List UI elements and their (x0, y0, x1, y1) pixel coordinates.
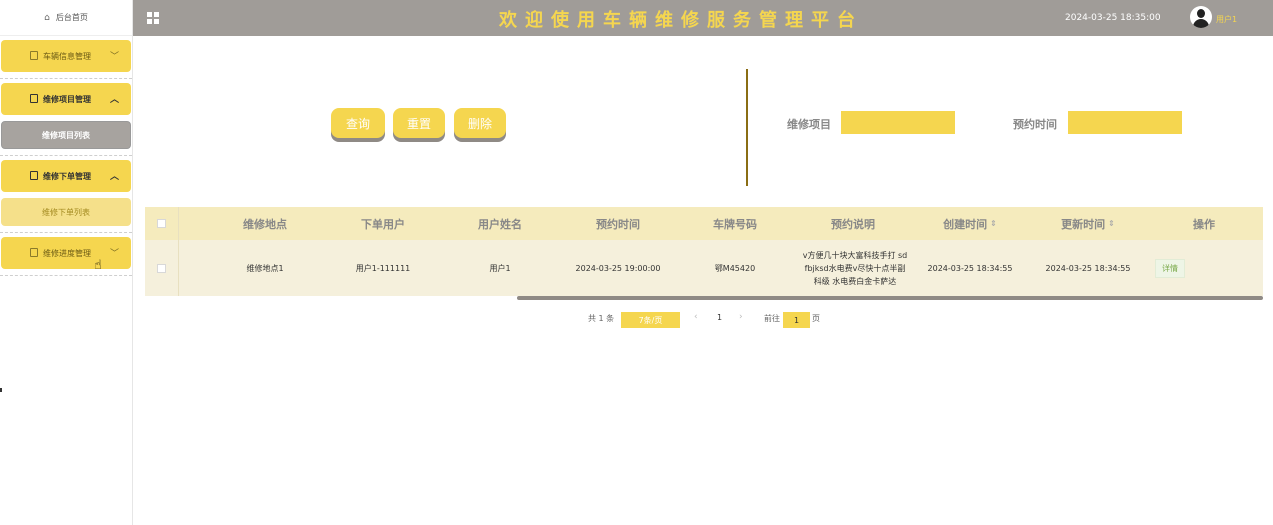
filter-time-label: 预约时间 (1013, 118, 1057, 131)
chevron-down-icon: ﹀ (109, 52, 119, 62)
menu-group-vehicle: 车辆信息管理 ﹀ (0, 40, 132, 72)
cell-plate: 鄂M45420 (714, 263, 756, 273)
page-number[interactable]: 1 (717, 313, 722, 322)
divider (0, 78, 132, 79)
reset-button[interactable]: 重置 (393, 108, 445, 138)
appointment-time-input[interactable] (1068, 111, 1182, 134)
sidebar-home[interactable]: ⌂ 后台首页 (0, 0, 132, 36)
document-icon (30, 171, 38, 180)
repair-item-input[interactable] (841, 111, 955, 134)
table-row: 维修地点1 用户1-111111 用户1 2024-03-25 19:00:00… (145, 240, 1263, 296)
col-created[interactable]: 创建时间 ⇕ (910, 216, 1030, 232)
col-appt-time: 预约时间 (596, 217, 640, 231)
cell-updated: 2024-03-25 18:34:55 (1045, 263, 1131, 273)
cell-user-name: 用户1 (489, 263, 511, 273)
sort-icon[interactable]: ⇕ (1108, 219, 1115, 228)
cell-description-line: v方便几十块大富科技手打 sd (802, 250, 908, 260)
row-checkbox[interactable] (155, 263, 167, 273)
chevron-down-icon: ﹀ (109, 249, 119, 259)
divider-vertical (746, 69, 748, 186)
hand-cursor-icon: ☝ (94, 258, 102, 273)
home-icon: ⌂ (44, 12, 50, 23)
menu-repair-item[interactable]: 维修项目管理 ︿ (1, 83, 131, 115)
col-description: 预约说明 (831, 217, 875, 231)
horizontal-scrollbar[interactable] (517, 296, 1263, 300)
document-icon (30, 248, 38, 257)
query-button[interactable]: 查询 (331, 108, 385, 138)
avatar[interactable] (1190, 6, 1212, 28)
goto-suffix: 页 (812, 314, 820, 323)
app-root: ⌂ 后台首页 车辆信息管理 ﹀ 维修项目管理 ︿ 维修项目列表 维修下单管理 ︿… (0, 0, 1273, 525)
menu-repair-progress-label: 维修进度管理 (43, 248, 91, 258)
detail-button[interactable]: 详情 (1155, 258, 1185, 278)
cell-appt-time: 2024-03-25 19:00:00 (575, 263, 661, 273)
col-actions: 操作 (1193, 217, 1215, 231)
col-plate: 车牌号码 (713, 217, 757, 231)
submenu-repair-order-list[interactable]: 维修下单列表 (1, 198, 131, 226)
menu-repair-order[interactable]: 维修下单管理 ︿ (1, 160, 131, 192)
sidebar: ⌂ 后台首页 车辆信息管理 ﹀ 维修项目管理 ︿ 维修项目列表 维修下单管理 ︿… (0, 0, 133, 525)
menu-group-repair-order: 维修下单管理 ︿ 维修下单列表 (0, 160, 132, 226)
column-separator (178, 207, 179, 240)
data-table: 维修地点 下单用户 用户姓名 预约时间 车牌号码 预约说明 创建时间 ⇕ 更新时间… (145, 207, 1263, 300)
table-header: 维修地点 下单用户 用户姓名 预约时间 车牌号码 预约说明 创建时间 ⇕ 更新时间… (145, 207, 1263, 240)
cell-actions: 详情 (1155, 258, 1185, 278)
filter-item-label: 维修项目 (787, 118, 831, 131)
document-icon (30, 94, 38, 103)
menu-repair-item-label: 维修项目管理 (43, 94, 91, 104)
col-created-label: 创建时间 (943, 217, 988, 231)
divider (0, 232, 132, 233)
window-edge-mark (0, 388, 2, 392)
cell-order-user: 用户1-111111 (355, 263, 411, 273)
goto-page-input[interactable]: 1 (783, 312, 810, 328)
column-separator (178, 240, 179, 296)
prev-page-icon[interactable]: ‹ (694, 312, 698, 322)
chevron-up-icon: ︿ (109, 172, 119, 182)
cell-description: v方便几十块大富科技手打 sd fbjksd水电费v尽快十点半副 科级 水电费白… (793, 249, 917, 288)
menu-vehicle-info-label: 车辆信息管理 (43, 51, 91, 61)
cell-description-line: 科级 水电费白金卡萨达 (813, 276, 897, 286)
col-updated-label: 更新时间 (1061, 217, 1106, 231)
delete-button[interactable]: 删除 (454, 108, 506, 138)
page-size-select[interactable]: 7条/页 (621, 312, 680, 328)
pagination-total: 共 1 条 (588, 314, 615, 323)
col-user-name: 用户姓名 (478, 217, 522, 231)
header-datetime: 2024-03-25 18:35:00 (1065, 13, 1161, 23)
top-header: 欢迎使用车辆维修服务管理平台 2024-03-25 18:35:00 用户1 (133, 0, 1273, 36)
menu-repair-order-label: 维修下单管理 (43, 171, 91, 181)
menu-vehicle-info[interactable]: 车辆信息管理 ﹀ (1, 40, 131, 72)
divider (0, 275, 132, 276)
col-location: 维修地点 (243, 217, 287, 231)
select-all-checkbox[interactable] (155, 219, 167, 228)
divider (0, 155, 132, 156)
page-title: 欢迎使用车辆维修服务管理平台 (499, 10, 863, 31)
sidebar-home-label: 后台首页 (55, 13, 88, 22)
cell-description-line: fbjksd水电费v尽快十点半副 (804, 263, 906, 273)
menu-group-repair-progress: 维修进度管理 ﹀ (0, 237, 132, 269)
col-order-user: 下单用户 (361, 217, 405, 231)
chevron-up-icon: ︿ (109, 95, 119, 105)
header-username[interactable]: 用户1 (1216, 14, 1237, 25)
col-updated[interactable]: 更新时间 ⇕ (1028, 216, 1148, 232)
menu-group-repair-item: 维修项目管理 ︿ 维修项目列表 (0, 83, 132, 149)
cell-created: 2024-03-25 18:34:55 (927, 263, 1013, 273)
grid-icon[interactable] (147, 12, 159, 24)
document-icon (30, 51, 38, 60)
cell-location: 维修地点1 (246, 263, 284, 273)
submenu-repair-item-list[interactable]: 维修项目列表 (1, 121, 131, 149)
next-page-icon[interactable]: › (739, 312, 743, 322)
menu-repair-progress[interactable]: 维修进度管理 ﹀ (1, 237, 131, 269)
sort-icon[interactable]: ⇕ (990, 219, 997, 228)
goto-prefix: 前往 (764, 314, 780, 323)
